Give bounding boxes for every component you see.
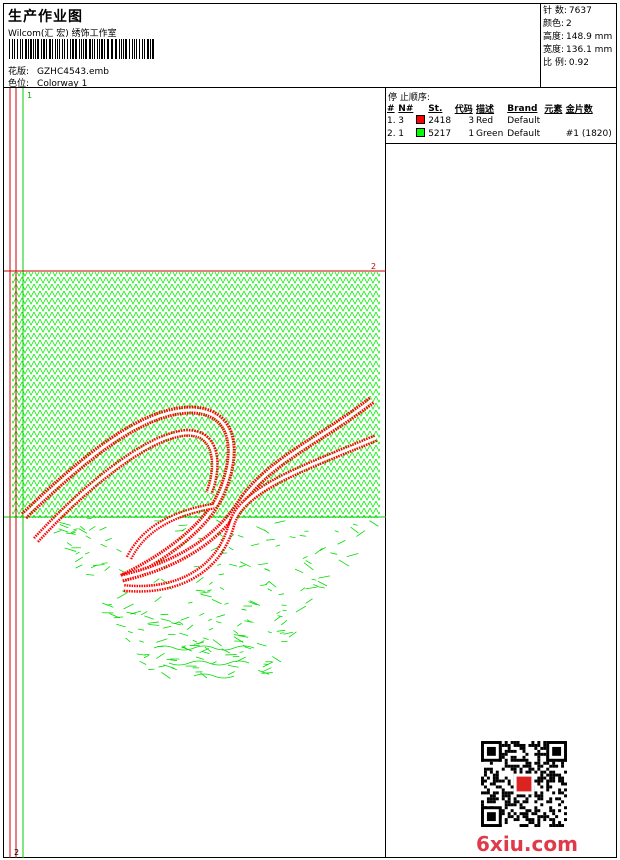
table-row: 2. 1 5217 1 Green Default #1 (1820) (387, 128, 612, 139)
watermark-logo: 6xiu.com (476, 832, 578, 856)
stat-colors: 颜色: 2 (543, 19, 572, 29)
marker-2-right: 2 (371, 262, 376, 271)
worksheet-header: 生产作业图 Wilcom(汇 宏) 绣饰工作室 花版: GZHC4543.emb … (4, 4, 541, 89)
stat-width: 宽度: 136.1 mm (543, 45, 613, 55)
design-stats: 针 数: 7637 颜色: 2 高度: 148.9 mm 宽度: 136.1 mm 比 … (541, 4, 617, 88)
company-name: Wilcom(汇 宏) 绣饰工作室 (8, 29, 117, 39)
stop-sequence-panel: 停 止顺序: # N# St. 代码 描述 Brand 元素 金片数 1. 3 … (386, 88, 617, 858)
table-row: 1. 3 2418 3 Red Default (387, 115, 541, 126)
green-running-stitches (53, 517, 379, 679)
embroidery-preview: 1 2 2 (4, 88, 386, 858)
marker-1: 1 (27, 91, 32, 100)
marker-2-bottom: 2 (14, 848, 19, 857)
qr-code-icon[interactable] (481, 741, 567, 827)
stop-table-header: # N# St. 代码 描述 Brand 元素 金片数 (387, 103, 593, 116)
barcode (9, 39, 154, 59)
stat-height: 高度: 148.9 mm (543, 32, 613, 42)
design-canvas[interactable]: 1 2 2 (4, 88, 386, 858)
stat-stitches: 针 数: 7637 (543, 6, 592, 16)
color-swatch-red (416, 115, 426, 124)
stop-sequence-table: # N# St. 代码 描述 Brand 元素 金片数 1. 3 2418 3 … (386, 102, 617, 144)
color-swatch-green (416, 128, 426, 137)
stat-scale: 比 例: 0.92 (543, 58, 589, 68)
page-title: 生产作业图 (8, 9, 83, 25)
worksheet-frame: 生产作业图 Wilcom(汇 宏) 绣饰工作室 花版: GZHC4543.emb … (3, 3, 617, 858)
